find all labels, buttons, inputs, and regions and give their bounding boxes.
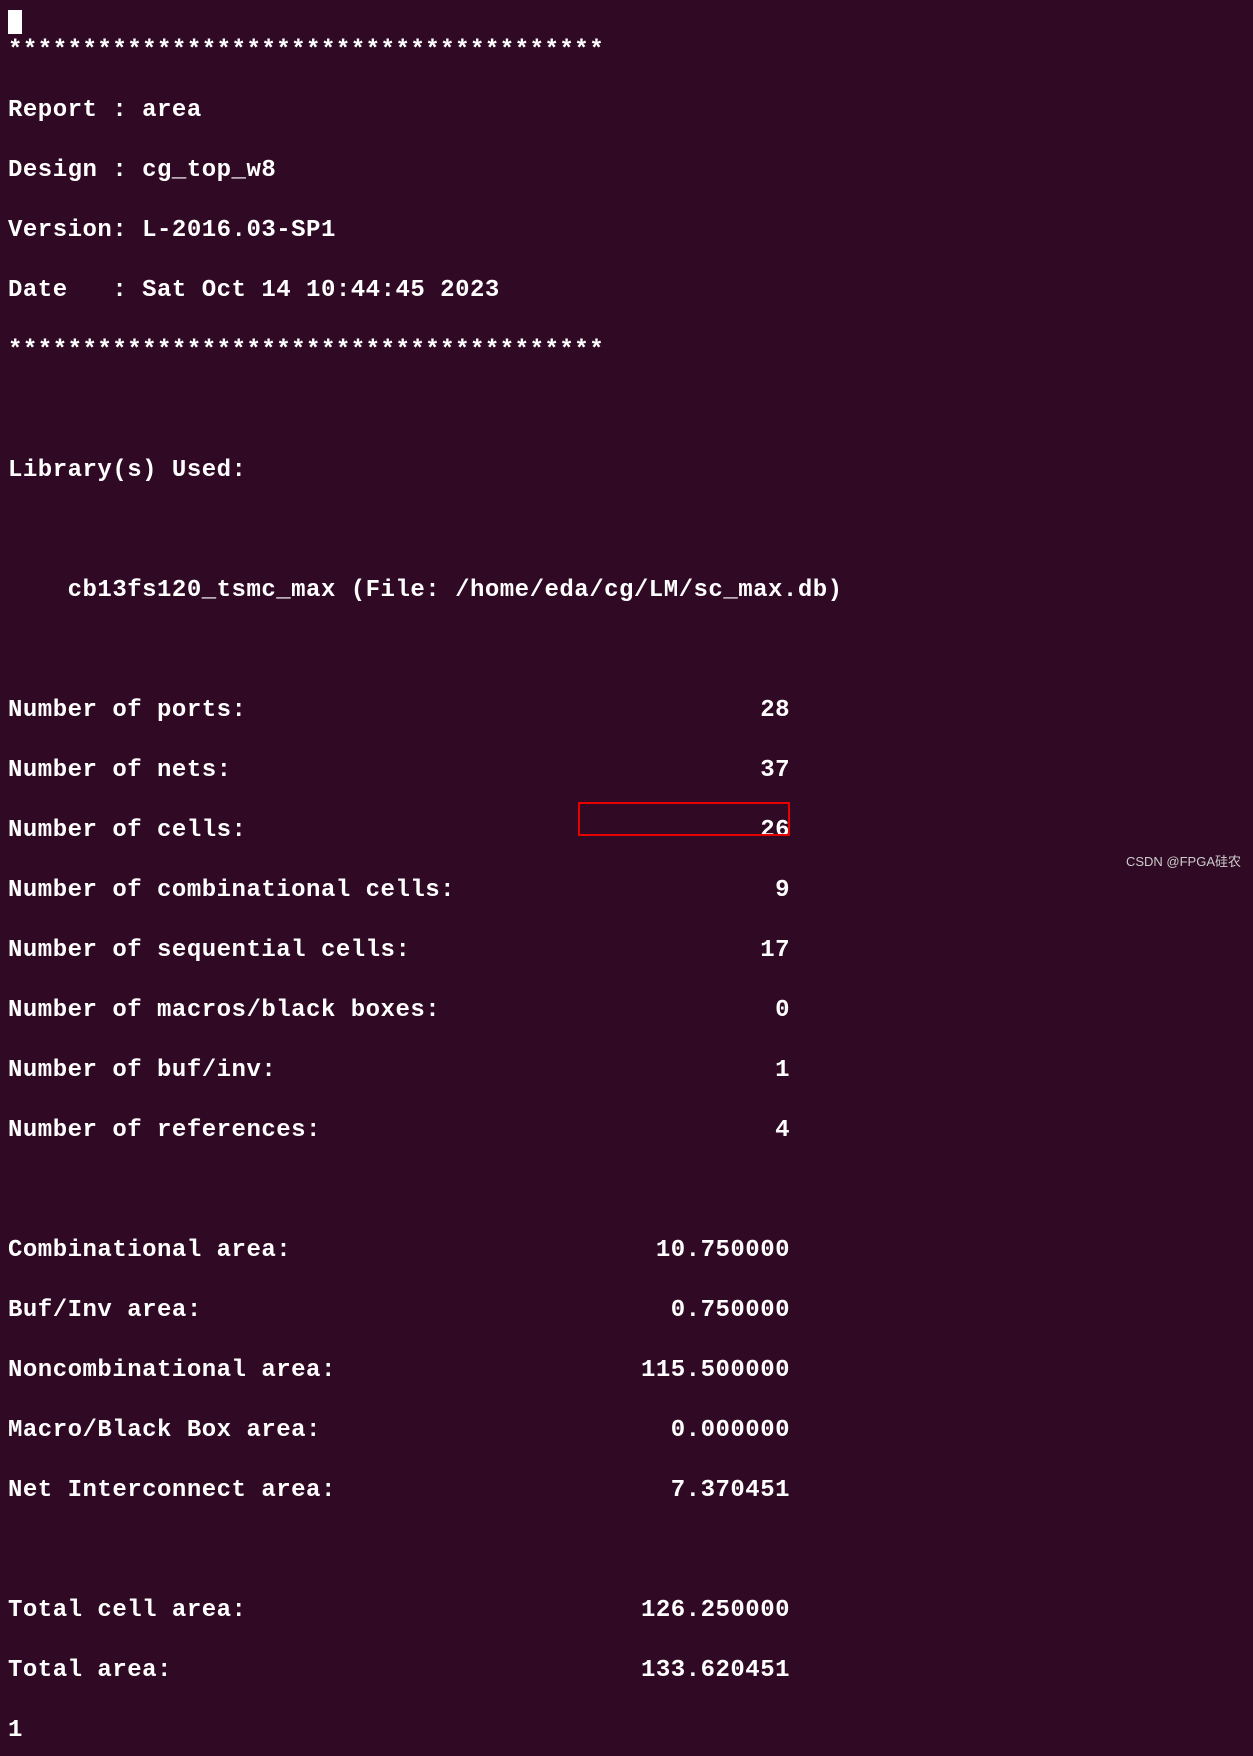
design-line: Design : cg_top_w8 [8, 156, 1245, 186]
library-entry: cb13fs120_tsmc_max (File: /home/eda/cg/L… [8, 576, 1245, 606]
area-noncombinational: Noncombinational area:115.500000 [8, 1356, 1245, 1386]
report-line: Report : area [8, 96, 1245, 126]
area-bufinv: Buf/Inv area:0.750000 [8, 1296, 1245, 1326]
count-combinational: Number of combinational cells:9 [8, 876, 1245, 906]
count-bufinv: Number of buf/inv:1 [8, 1056, 1245, 1086]
watermark: CSDN @FPGA硅农 [1126, 854, 1241, 870]
one-line: 1 [8, 1716, 1245, 1746]
cursor [8, 10, 22, 34]
area-combinational: Combinational area:10.750000 [8, 1236, 1245, 1266]
count-ports: Number of ports:28 [8, 696, 1245, 726]
divider-line: **************************************** [8, 36, 1245, 66]
area-macro: Macro/Black Box area:0.000000 [8, 1416, 1245, 1446]
count-references: Number of references:4 [8, 1116, 1245, 1146]
area-net-interconnect: Net Interconnect area:7.370451 [8, 1476, 1245, 1506]
date-line: Date : Sat Oct 14 10:44:45 2023 [8, 276, 1245, 306]
version-line: Version: L-2016.03-SP1 [8, 216, 1245, 246]
total-cell-area: Total cell area:126.250000 [8, 1596, 1245, 1626]
total-area: Total area:133.620451 [8, 1656, 1245, 1686]
divider-line: **************************************** [8, 336, 1245, 366]
count-nets: Number of nets:37 [8, 756, 1245, 786]
count-macros: Number of macros/black boxes:0 [8, 996, 1245, 1026]
count-cells: Number of cells:26 [8, 816, 1245, 846]
count-sequential: Number of sequential cells:17 [8, 936, 1245, 966]
terminal-output: ****************************************… [8, 6, 1245, 1756]
library-title: Library(s) Used: [8, 456, 1245, 486]
